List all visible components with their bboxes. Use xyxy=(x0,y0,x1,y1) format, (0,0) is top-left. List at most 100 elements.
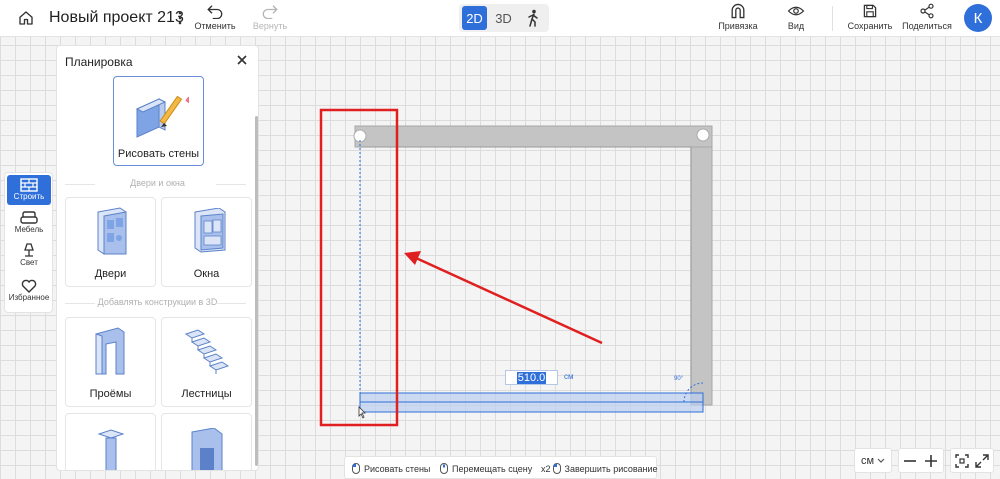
rail-item-furniture[interactable]: Мебель xyxy=(7,209,51,237)
hint-finish-drawing: x2 Завершить рисование xyxy=(541,463,658,474)
undo-label: Отменить xyxy=(194,21,236,31)
fullscreen-button[interactable] xyxy=(975,454,989,473)
hint-move-scene-label: Перемещать сцену xyxy=(452,463,533,474)
snap-label: Привязка xyxy=(718,21,758,31)
walking-person-icon xyxy=(527,9,538,27)
opening-icon xyxy=(95,327,125,375)
double-click-label: x2 xyxy=(541,463,551,474)
undo-icon xyxy=(207,5,223,19)
section-constructions: Добавлять конструкции в 3D xyxy=(57,297,258,307)
door-icon xyxy=(97,207,127,255)
zoom-out-button[interactable] xyxy=(903,454,917,473)
zoom-controls xyxy=(898,448,944,473)
panel-close-button[interactable] xyxy=(235,53,249,72)
rail-label-favorites: Избранное xyxy=(8,293,50,302)
heart-icon xyxy=(21,279,37,293)
view-mode-switch: 2D 3D xyxy=(459,4,549,32)
mouse-left-click-icon xyxy=(552,463,561,474)
redo-icon xyxy=(262,5,278,19)
stairs-label: Лестницы xyxy=(181,388,232,400)
windows-label: Окна xyxy=(193,268,220,280)
view-2d-button[interactable]: 2D xyxy=(462,6,487,30)
undo-button[interactable]: Отменить xyxy=(194,3,236,31)
snap-button[interactable]: Привязка xyxy=(716,3,760,31)
hint-draw-walls: Рисовать стены xyxy=(352,463,430,474)
rail-label-light: Свет xyxy=(20,258,38,267)
planning-panel: Планировка Рисовать стены Двери и окна Д… xyxy=(56,45,259,471)
draw-walls-tile[interactable]: Рисовать стены xyxy=(113,76,204,166)
windows-tile[interactable]: Окна xyxy=(161,197,252,287)
column-tile[interactable] xyxy=(65,413,156,470)
draw-walls-icon xyxy=(135,95,189,138)
column-icon xyxy=(97,429,125,470)
hint-finish-drawing-label: Завершить рисование xyxy=(564,463,658,474)
wall-endpoint-right xyxy=(696,128,710,142)
fit-to-screen-button[interactable] xyxy=(955,454,969,473)
draw-walls-label: Рисовать стены xyxy=(117,148,200,160)
dimension-unit: см xyxy=(564,372,574,381)
doors-label: Двери xyxy=(94,268,127,280)
brick-wall-icon xyxy=(20,178,38,192)
dimension-input[interactable]: 510.0 xyxy=(505,370,558,385)
share-button[interactable]: Поделиться xyxy=(902,3,952,31)
rail-label-build: Строить xyxy=(13,192,45,201)
openings-label: Проёмы xyxy=(89,388,132,400)
stairs-tile[interactable]: Лестницы xyxy=(161,317,252,407)
view-3d-button[interactable]: 3D xyxy=(491,6,516,30)
save-button[interactable]: Сохранить xyxy=(848,3,892,31)
panel-title: Планировка xyxy=(65,55,133,69)
wall-niche-tile[interactable] xyxy=(161,413,252,470)
hint-bar: Рисовать стены Перемещать сцену x2 Завер… xyxy=(344,456,658,479)
section-doors-windows: Двери и окна xyxy=(57,178,258,188)
view-label: Вид xyxy=(787,21,805,31)
mouse-middle-click-icon xyxy=(440,463,448,474)
wall-right xyxy=(690,146,713,406)
rail-item-build[interactable]: Строить xyxy=(7,175,51,205)
hint-move-scene: Перемещать сцену xyxy=(440,463,532,474)
hint-draw-walls-label: Рисовать стены xyxy=(364,463,431,474)
expand-icon xyxy=(975,454,989,468)
openings-tile[interactable]: Проёмы xyxy=(65,317,156,407)
plus-icon xyxy=(925,455,937,467)
share-icon xyxy=(920,3,934,19)
angle-label: 90° xyxy=(674,376,684,382)
lamp-icon xyxy=(24,243,34,257)
zoom-in-button[interactable] xyxy=(924,454,938,473)
floppy-disk-icon xyxy=(863,4,877,18)
walk-mode-button[interactable] xyxy=(520,6,545,30)
minus-icon xyxy=(904,460,916,462)
wall-top xyxy=(354,125,713,148)
unit-select[interactable]: см xyxy=(854,448,892,473)
annotation-rectangle xyxy=(319,108,399,427)
home-icon xyxy=(19,11,33,25)
unit-select-value: см xyxy=(860,454,875,467)
annotation-arrow xyxy=(415,256,603,345)
project-title[interactable]: Новый проект 213 xyxy=(49,9,184,27)
rail-label-furniture: Мебель xyxy=(14,225,44,234)
share-label: Поделиться xyxy=(902,21,952,31)
rail-item-favorites[interactable]: Избранное xyxy=(7,277,51,307)
toolbar-divider xyxy=(832,6,833,31)
redo-button[interactable]: Вернуть xyxy=(250,3,290,31)
sofa-icon xyxy=(20,211,38,224)
close-icon xyxy=(237,55,247,65)
doors-tile[interactable]: Двери xyxy=(65,197,156,287)
more-menu-button[interactable] xyxy=(177,11,183,30)
wall-niche-icon xyxy=(191,428,223,470)
view-button[interactable]: Вид xyxy=(782,3,810,31)
user-avatar[interactable]: К xyxy=(964,4,992,32)
view-controls xyxy=(950,448,994,473)
kebab-icon xyxy=(178,11,182,25)
focus-frame-icon xyxy=(955,454,969,468)
top-bar: Новый проект 213 Отменить Вернуть 2D 3D … xyxy=(0,0,1000,37)
rail-item-light[interactable]: Свет xyxy=(7,241,51,269)
redo-label: Вернуть xyxy=(252,21,288,31)
window-icon xyxy=(194,208,226,253)
home-button[interactable] xyxy=(17,9,35,32)
mouse-left-click-icon xyxy=(352,463,360,474)
panel-scrollbar[interactable] xyxy=(255,116,258,466)
magnet-icon xyxy=(731,3,745,19)
stairs-icon xyxy=(184,329,230,374)
chevron-down-icon xyxy=(877,458,885,463)
category-rail: Строить Мебель Свет Избранное xyxy=(4,172,53,313)
